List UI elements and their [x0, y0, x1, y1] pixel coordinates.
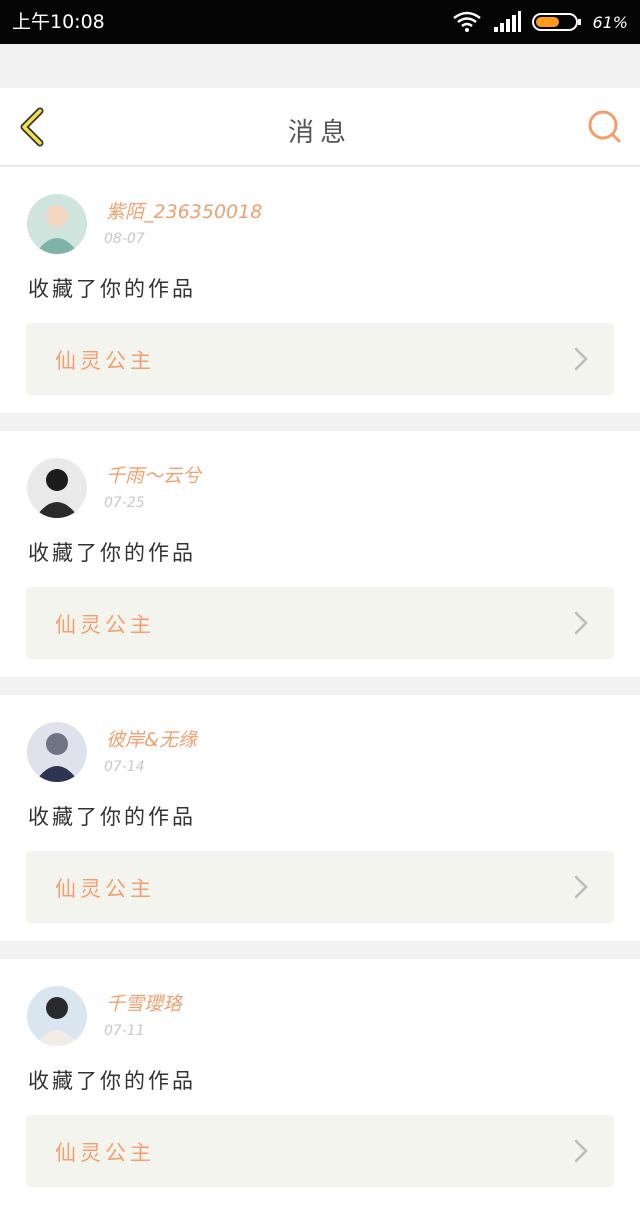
work-title: 仙灵公主 — [55, 349, 155, 373]
work-title: 仙灵公主 — [55, 877, 155, 901]
message-card: 千雨～云兮 07-25 收藏了你的作品 仙灵公主 — [0, 431, 640, 677]
user-name[interactable]: 紫陌_236350018 — [106, 197, 262, 224]
work-link[interactable]: 仙灵公主 — [26, 1115, 614, 1187]
battery-percent: 61% — [592, 12, 628, 32]
user-name[interactable]: 彼岸&无缘 — [106, 725, 197, 752]
avatar-image — [27, 722, 87, 782]
wifi-icon — [453, 11, 482, 32]
message-date: 07-14 — [104, 759, 145, 775]
message-action: 收藏了你的作品 — [28, 277, 196, 301]
status-time: 上午10:08 — [12, 11, 105, 33]
user-name[interactable]: 千雪瓔珞 — [106, 989, 182, 1016]
chevron-right-icon — [574, 1139, 588, 1163]
chevron-right-icon — [574, 347, 588, 371]
chevron-right-icon — [574, 611, 588, 635]
avatar-image — [27, 458, 87, 518]
user-name[interactable]: 千雨～云兮 — [106, 461, 201, 488]
message-action: 收藏了你的作品 — [28, 805, 196, 829]
search-icon[interactable] — [586, 108, 624, 146]
avatar[interactable] — [27, 986, 87, 1046]
header-spacer — [0, 44, 640, 88]
message-card: 紫陌_236350018 08-07 收藏了你的作品 仙灵公主 — [0, 167, 640, 413]
message-card: 千雪瓔珞 07-11 收藏了你的作品 仙灵公主 — [0, 959, 640, 1205]
message-action: 收藏了你的作品 — [28, 1069, 196, 1093]
message-date: 07-11 — [104, 1023, 145, 1039]
message-card: 彼岸&无缘 07-14 收藏了你的作品 仙灵公主 — [0, 695, 640, 941]
chevron-right-icon — [574, 875, 588, 899]
page-title: 消息 — [287, 118, 352, 148]
battery-icon — [532, 13, 582, 31]
avatar-image — [27, 986, 87, 1046]
signal-icon — [494, 11, 522, 32]
message-date: 07-25 — [104, 495, 145, 511]
message-date: 08-07 — [104, 231, 145, 247]
status-bar: 上午10:08 61% — [0, 0, 640, 44]
avatar-image — [27, 194, 87, 254]
avatar[interactable] — [27, 194, 87, 254]
avatar[interactable] — [27, 458, 87, 518]
work-link[interactable]: 仙灵公主 — [26, 323, 614, 395]
work-title: 仙灵公主 — [55, 613, 155, 637]
work-title: 仙灵公主 — [55, 1141, 155, 1165]
message-action: 收藏了你的作品 — [28, 541, 196, 565]
app-header: 消息 — [0, 88, 640, 166]
status-icons: 61% — [452, 9, 628, 35]
avatar[interactable] — [27, 722, 87, 782]
work-link[interactable]: 仙灵公主 — [26, 587, 614, 659]
work-link[interactable]: 仙灵公主 — [26, 851, 614, 923]
